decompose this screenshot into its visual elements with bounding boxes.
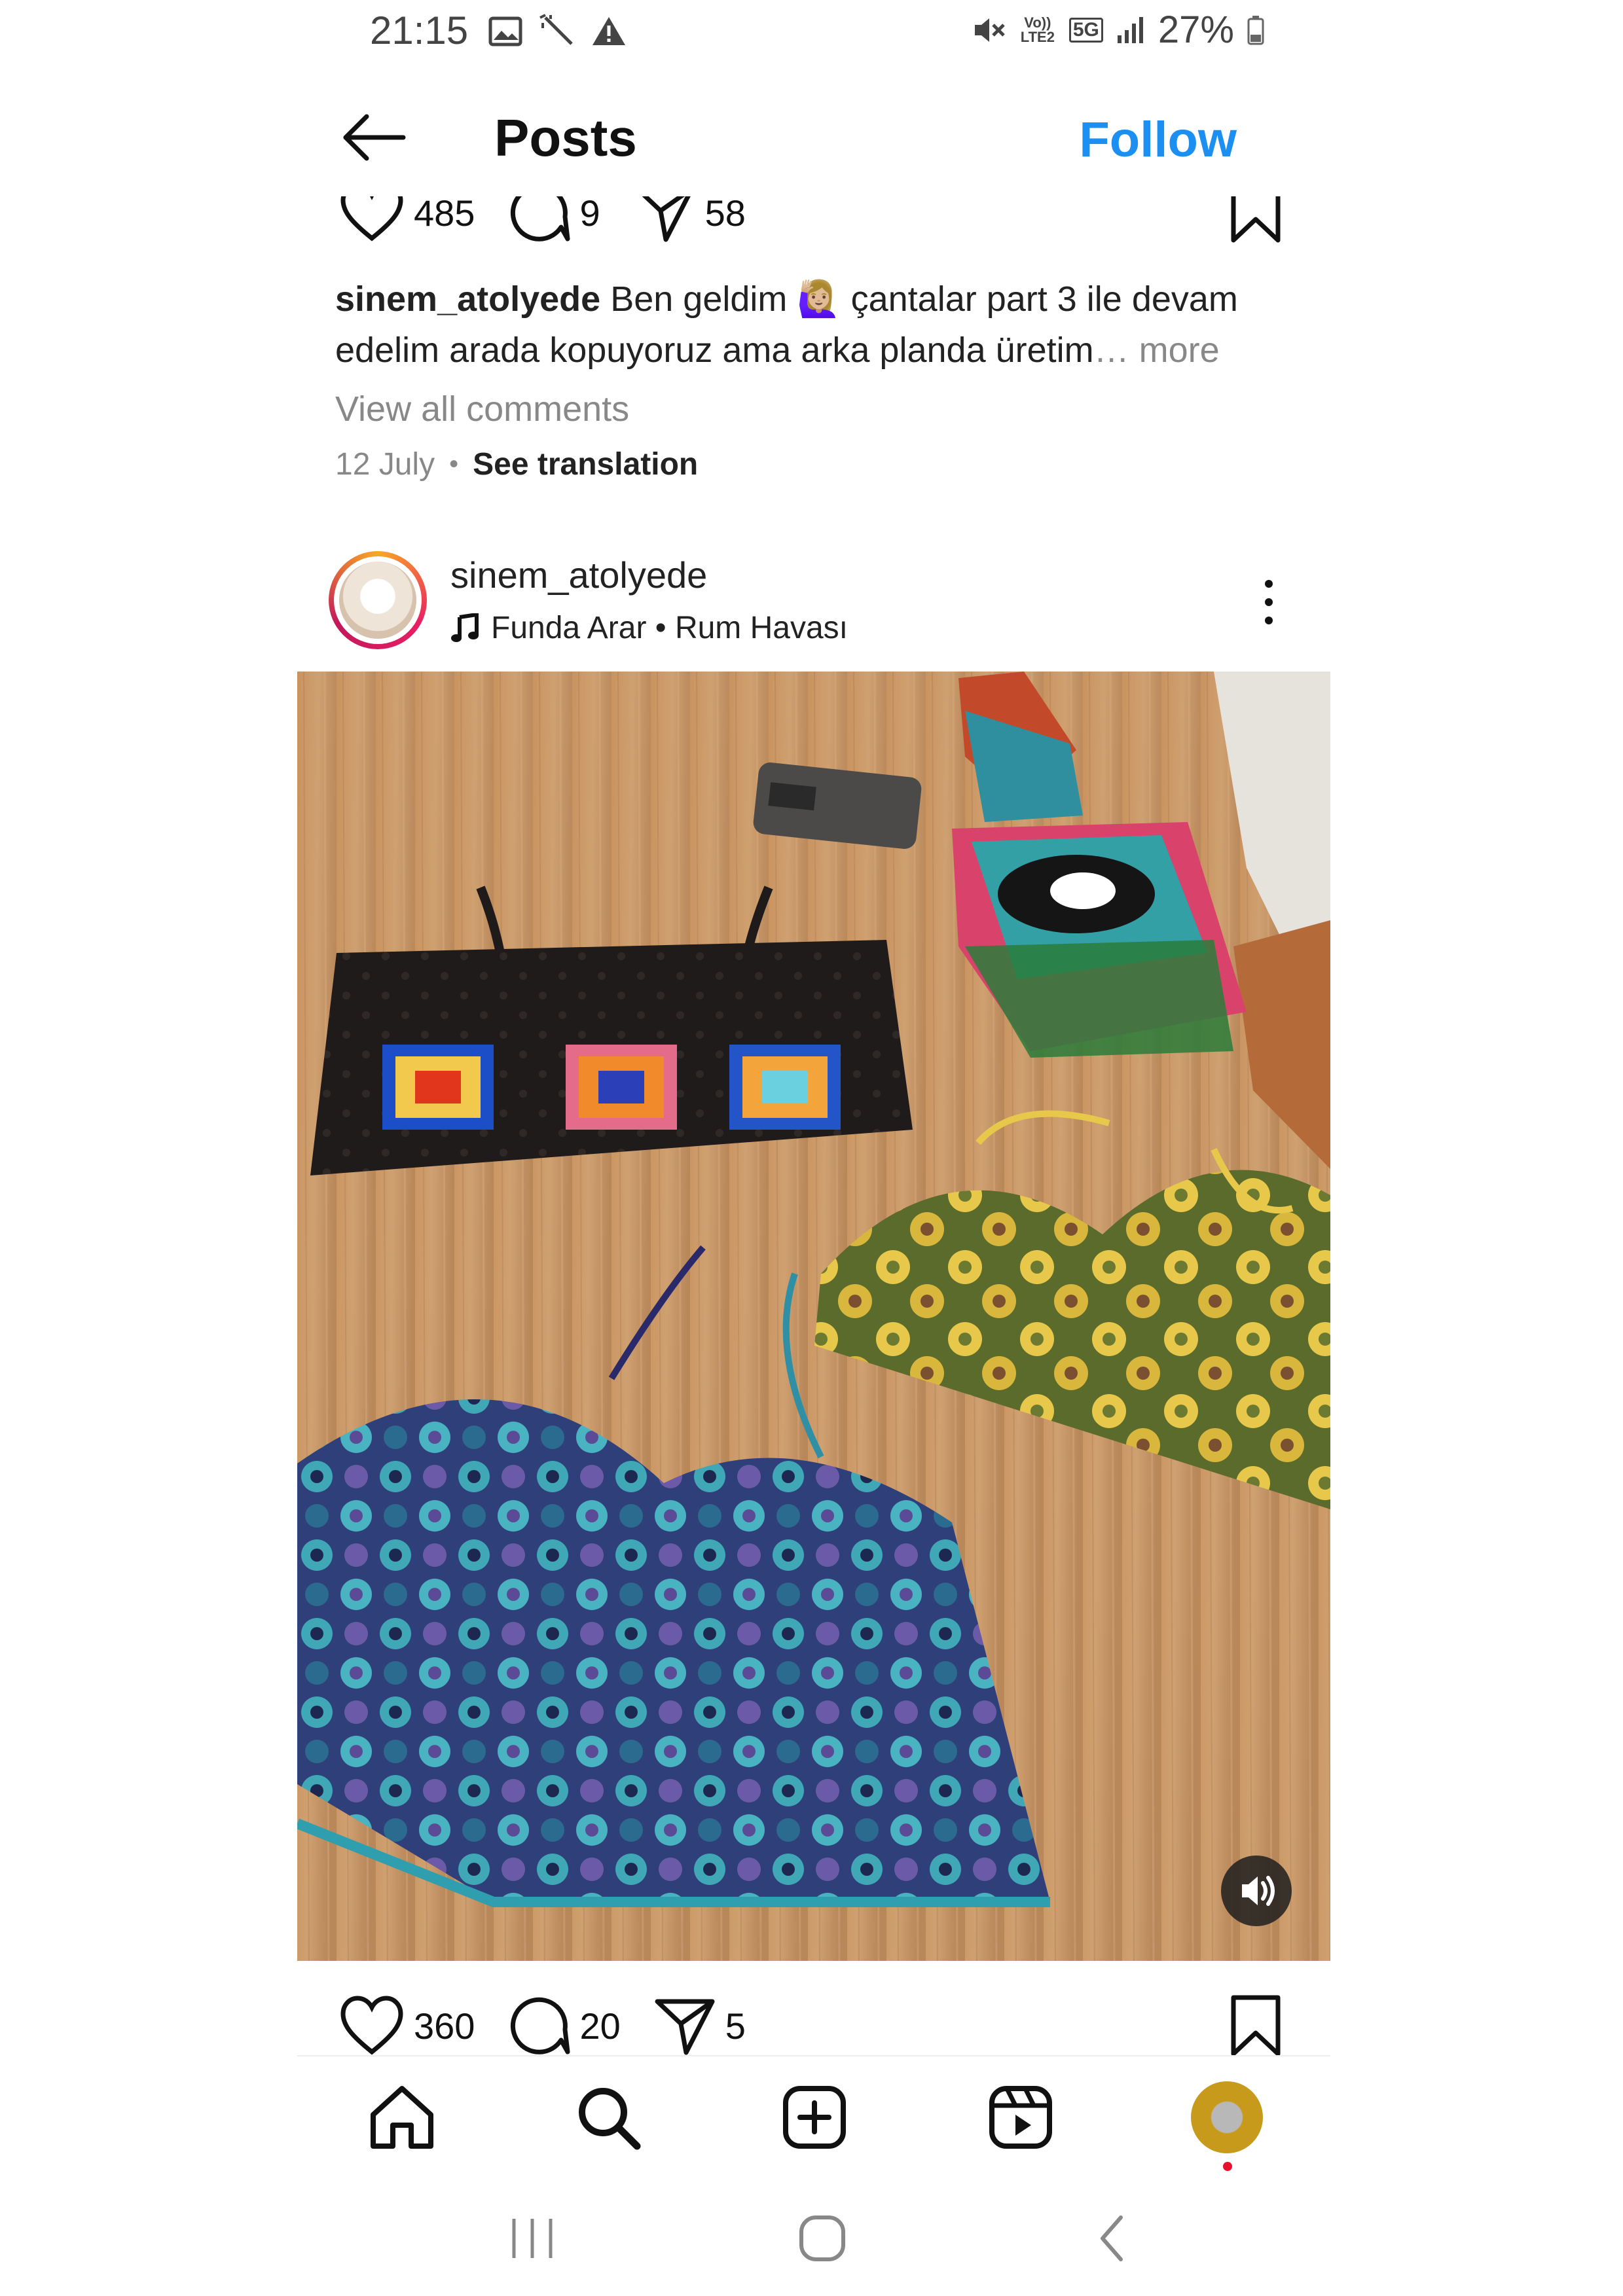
status-time-text: 21:15 xyxy=(370,9,469,52)
magic-wand-icon xyxy=(539,14,573,45)
post-date: 12 July xyxy=(335,447,435,482)
signal-icon xyxy=(1117,16,1143,43)
bottom-nav xyxy=(297,2078,1330,2171)
back-chevron-icon xyxy=(1101,2215,1123,2261)
nav-create[interactable] xyxy=(775,2078,854,2157)
comment-icon[interactable] xyxy=(507,196,570,244)
nav-profile[interactable] xyxy=(1188,2078,1266,2171)
home-circle-icon xyxy=(799,2215,845,2261)
post-actions: 360 20 5 xyxy=(339,1990,1282,2062)
heart-icon[interactable] xyxy=(339,196,405,242)
back-arrow-icon[interactable] xyxy=(340,111,406,164)
audio-track[interactable]: Funda Arar • Rum Havası xyxy=(450,610,848,646)
post-username[interactable]: sinem_atolyede xyxy=(450,554,707,596)
recent-apps-icon xyxy=(512,2219,553,2258)
avatar-image xyxy=(339,562,416,639)
page-title: Posts xyxy=(494,109,637,167)
caption-text-line2: edelim arada kopuyoruz ama arka planda ü… xyxy=(335,331,1094,370)
previous-comments-count[interactable]: 9 xyxy=(579,196,600,234)
previous-shares-count[interactable]: 58 xyxy=(705,196,746,234)
status-time: 21:15 xyxy=(370,8,627,53)
caption-username[interactable]: sinem_atolyede xyxy=(335,279,600,319)
create-icon xyxy=(783,2086,846,2149)
caption-ellipsis: … xyxy=(1093,331,1129,370)
previous-post-actions: 485 9 58 xyxy=(339,196,1282,255)
battery-text: 27% xyxy=(1158,9,1234,51)
speaker-icon xyxy=(1242,1876,1275,1906)
5g-icon: 5G xyxy=(1068,17,1103,43)
notification-dot xyxy=(1223,2162,1232,2171)
crochet-tops-photo xyxy=(297,672,1330,1961)
comment-icon[interactable] xyxy=(507,1994,570,2057)
battery-icon xyxy=(1247,15,1264,45)
nav-reels[interactable] xyxy=(981,2078,1060,2157)
search-icon xyxy=(579,2088,641,2150)
more-options-icon[interactable] xyxy=(1256,576,1282,628)
share-icon[interactable] xyxy=(653,1996,716,2055)
sound-toggle-button[interactable] xyxy=(1221,1856,1292,1926)
post-caption: sinem_atolyede Ben geldim 🙋🏼‍♀️ çantalar… xyxy=(335,274,1298,376)
home-button[interactable] xyxy=(783,2206,862,2271)
post-meta: 12 July • See translation xyxy=(335,446,698,482)
likes-count[interactable]: 360 xyxy=(414,2005,475,2047)
status-indicators: Vo)) LTE2 5G 27% xyxy=(972,8,1264,52)
nav-home[interactable] xyxy=(363,2078,441,2157)
image-icon xyxy=(488,16,522,46)
caption-text-line1: Ben geldim 🙋🏼‍♀️ çantalar part 3 ile dev… xyxy=(610,279,1238,319)
nav-divider xyxy=(297,2055,1330,2056)
warning-icon xyxy=(593,17,626,45)
share-icon[interactable] xyxy=(633,196,696,242)
bookmark-icon[interactable] xyxy=(1230,196,1282,244)
see-translation-link[interactable]: See translation xyxy=(473,446,698,482)
recent-apps-button[interactable] xyxy=(493,2206,572,2271)
previous-likes-count[interactable]: 485 xyxy=(414,196,475,234)
mute-icon xyxy=(974,18,1005,42)
shares-count[interactable]: 5 xyxy=(725,2005,746,2047)
bookmark-icon[interactable] xyxy=(1230,1995,1282,2058)
avatar[interactable] xyxy=(329,551,427,649)
more-link[interactable]: more xyxy=(1139,331,1220,370)
audio-label: Funda Arar • Rum Havası xyxy=(491,611,848,645)
home-icon xyxy=(371,2086,433,2149)
reels-icon xyxy=(989,2086,1052,2149)
profile-avatar xyxy=(1191,2081,1263,2153)
meta-separator: • xyxy=(449,450,459,478)
comments-count[interactable]: 20 xyxy=(579,2005,620,2047)
music-note-icon xyxy=(451,613,479,642)
view-all-comments-link[interactable]: View all comments xyxy=(335,389,629,429)
volte-icon: Vo)) LTE2 xyxy=(1020,14,1055,45)
post-image[interactable] xyxy=(297,672,1330,1961)
nav-search[interactable] xyxy=(569,2078,647,2157)
follow-button[interactable]: Follow xyxy=(1079,111,1237,168)
back-button[interactable] xyxy=(1072,2206,1151,2271)
heart-icon[interactable] xyxy=(339,1996,405,2056)
avatar-ring-inner xyxy=(334,556,422,644)
